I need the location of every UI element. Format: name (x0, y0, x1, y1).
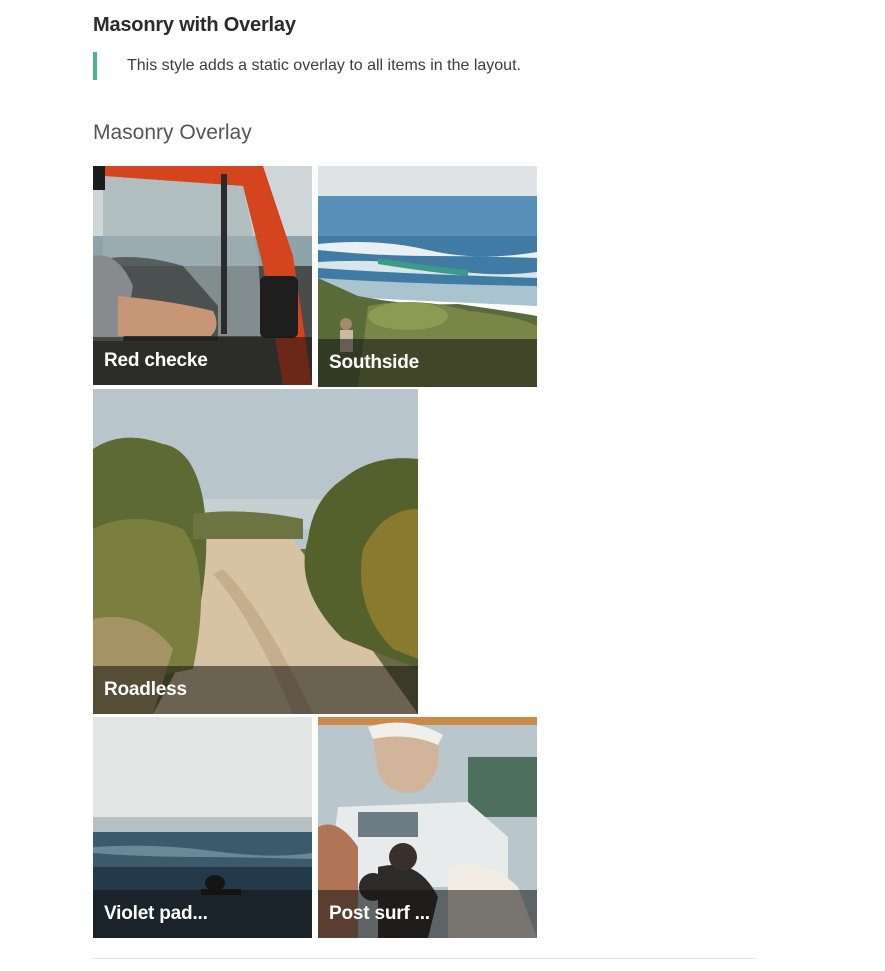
caption-overlay: Roadless (93, 666, 418, 714)
caption-overlay: Post surf ... (318, 890, 537, 938)
gallery-item[interactable]: Post surf ... (318, 717, 537, 938)
gallery-item[interactable]: Roadless (93, 389, 418, 714)
gallery-item-caption: Violet pad... (104, 903, 208, 924)
gallery-item[interactable]: Violet pad... (93, 717, 312, 938)
description-blockquote: This style adds a static overlay to all … (93, 52, 521, 80)
gallery-item[interactable]: Southside (318, 166, 537, 387)
section-title: Masonry with Overlay (93, 14, 296, 36)
gallery-item[interactable]: Red checke (93, 166, 312, 385)
gallery-item-caption: Southside (329, 352, 420, 373)
gallery-item-caption: Post surf ... (329, 903, 430, 924)
caption-overlay: Violet pad... (93, 890, 312, 938)
caption-overlay: Southside (318, 339, 537, 387)
description-text: This style adds a static overlay to all … (127, 57, 521, 74)
caption-overlay: Red checke (93, 337, 312, 385)
gallery-item-caption: Red checke (104, 350, 208, 371)
bottom-divider (93, 958, 755, 959)
gallery-item-caption: Roadless (104, 679, 187, 700)
gallery-title: Masonry Overlay (93, 121, 252, 144)
